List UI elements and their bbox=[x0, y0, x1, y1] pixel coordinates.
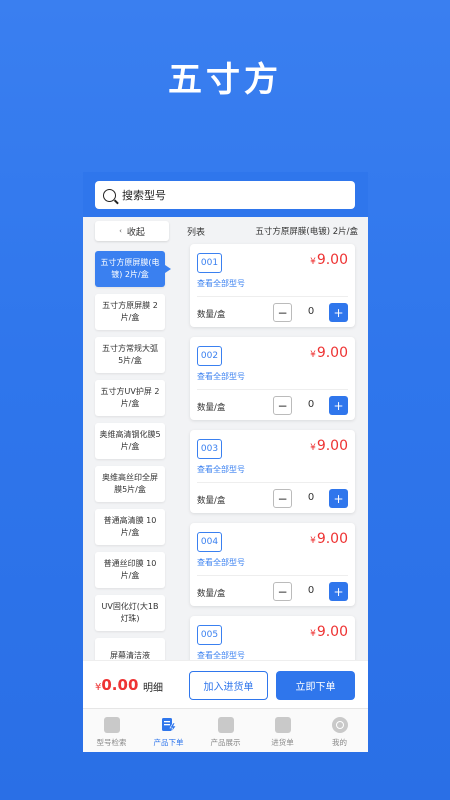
product-list: 列表 五寸方原屏膜(电镀) 2片/盒 001 ¥9.00 查看全部型号 数量/盒… bbox=[175, 217, 368, 660]
list-title: 列表 bbox=[187, 228, 206, 238]
sidebar-item-category[interactable]: 五寸方常规大弧 5片/盒 bbox=[95, 337, 165, 373]
increase-quantity-button[interactable]: + bbox=[329, 582, 348, 601]
tab-label: 产品下单 bbox=[153, 738, 184, 747]
product-code: 002 bbox=[197, 346, 222, 366]
sidebar-item-category[interactable]: UV固化灯(大1B灯珠) bbox=[95, 595, 165, 631]
app-screen: 搜索型号 ‹ 收起 五寸方原屏膜(电镀) 2片/盒 五寸方原屏膜 2片/盒 五寸… bbox=[83, 172, 368, 752]
product-card: 002 ¥9.00 查看全部型号 数量/盒 − 0 + bbox=[190, 337, 355, 420]
current-category-label: 五寸方原屏膜(电镀) 2片/盒 bbox=[255, 227, 358, 237]
product-price: ¥9.00 bbox=[310, 531, 348, 547]
tab-mine[interactable]: 我的 bbox=[311, 709, 368, 752]
view-all-models-link[interactable]: 查看全部型号 bbox=[197, 650, 245, 660]
decrease-quantity-button[interactable]: − bbox=[273, 582, 292, 601]
order-now-button[interactable]: 立即下单 bbox=[276, 671, 355, 700]
category-sidebar: ‹ 收起 五寸方原屏膜(电镀) 2片/盒 五寸方原屏膜 2片/盒 五寸方常规大弧… bbox=[83, 217, 175, 660]
quantity-label: 数量/盒 bbox=[197, 310, 226, 320]
product-code: 004 bbox=[197, 532, 222, 552]
product-price: ¥9.00 bbox=[310, 252, 348, 268]
sidebar-item-category[interactable]: 五寸方UV护屏 2片/盒 bbox=[95, 380, 165, 416]
quantity-value[interactable]: 0 bbox=[298, 399, 324, 410]
product-code: 003 bbox=[197, 439, 222, 459]
divider bbox=[197, 575, 348, 576]
quantity-label: 数量/盒 bbox=[197, 403, 226, 413]
collapse-label: 收起 bbox=[126, 227, 145, 238]
product-price: ¥9.00 bbox=[310, 345, 348, 361]
tab-bar: 型号检索 产品下单 产品展示 进货单 我的 bbox=[83, 708, 368, 752]
tab-purchase-list[interactable]: 进货单 bbox=[254, 709, 311, 752]
tab-label: 产品展示 bbox=[210, 738, 241, 747]
top-bar: 搜索型号 bbox=[83, 172, 368, 217]
product-price: ¥9.00 bbox=[310, 438, 348, 454]
list-icon bbox=[274, 717, 291, 733]
decrease-quantity-button[interactable]: − bbox=[273, 489, 292, 508]
avatar-icon bbox=[331, 717, 348, 733]
chevron-left-icon: ‹ bbox=[119, 227, 122, 235]
quantity-value[interactable]: 0 bbox=[298, 585, 324, 596]
checkout-bar: ¥0.00 明细 加入进货单 立即下单 bbox=[83, 660, 368, 708]
divider bbox=[197, 296, 348, 297]
product-price: ¥9.00 bbox=[310, 624, 348, 640]
display-icon bbox=[217, 717, 234, 733]
search-list-icon bbox=[103, 717, 120, 733]
quantity-label: 数量/盒 bbox=[197, 496, 226, 506]
divider bbox=[197, 389, 348, 390]
view-all-models-link[interactable]: 查看全部型号 bbox=[197, 557, 245, 568]
quantity-value[interactable]: 0 bbox=[298, 492, 324, 503]
add-to-purchase-list-button[interactable]: 加入进货单 bbox=[189, 671, 268, 700]
increase-quantity-button[interactable]: + bbox=[329, 303, 348, 322]
decrease-quantity-button[interactable]: − bbox=[273, 303, 292, 322]
increase-quantity-button[interactable]: + bbox=[329, 489, 348, 508]
tab-model-search[interactable]: 型号检索 bbox=[83, 709, 140, 752]
search-icon bbox=[103, 188, 116, 202]
total-price: ¥0.00 bbox=[95, 676, 139, 694]
tab-label: 我的 bbox=[332, 738, 347, 747]
sidebar-item-category[interactable]: 五寸方原屏膜 2片/盒 bbox=[95, 294, 165, 330]
order-lightning-icon bbox=[161, 718, 177, 733]
sidebar-item-category[interactable]: 普通高清膜 10片/盒 bbox=[95, 509, 165, 545]
view-all-models-link[interactable]: 查看全部型号 bbox=[197, 278, 245, 289]
product-code: 001 bbox=[197, 253, 222, 273]
sidebar-item-category[interactable]: 奥维高清钢化膜5片/盒 bbox=[95, 423, 165, 459]
decrease-quantity-button[interactable]: − bbox=[273, 396, 292, 415]
search-input[interactable]: 搜索型号 bbox=[95, 181, 355, 209]
product-card: 001 ¥9.00 查看全部型号 数量/盒 − 0 + bbox=[190, 244, 355, 327]
sidebar-item-category[interactable]: 五寸方原屏膜(电镀) 2片/盒 bbox=[95, 251, 171, 287]
increase-quantity-button[interactable]: + bbox=[329, 396, 348, 415]
view-all-models-link[interactable]: 查看全部型号 bbox=[197, 464, 245, 475]
tab-product-order[interactable]: 产品下单 bbox=[140, 709, 197, 752]
product-card: 004 ¥9.00 查看全部型号 数量/盒 − 0 + bbox=[190, 523, 355, 606]
tab-product-display[interactable]: 产品展示 bbox=[197, 709, 254, 752]
detail-button[interactable]: 明细 bbox=[143, 679, 163, 694]
product-code: 005 bbox=[197, 625, 222, 645]
quantity-value[interactable]: 0 bbox=[298, 306, 324, 317]
divider bbox=[197, 482, 348, 483]
product-card: 005 ¥9.00 查看全部型号 数量/盒 − 0 + bbox=[190, 616, 355, 660]
tab-label: 进货单 bbox=[271, 738, 294, 747]
search-placeholder: 搜索型号 bbox=[122, 189, 166, 202]
tab-label: 型号检索 bbox=[96, 738, 127, 747]
sidebar-item-category[interactable]: 普通丝印膜 10片/盒 bbox=[95, 552, 165, 588]
view-all-models-link[interactable]: 查看全部型号 bbox=[197, 371, 245, 382]
product-card: 003 ¥9.00 查看全部型号 数量/盒 − 0 + bbox=[190, 430, 355, 513]
sidebar-item-category[interactable]: 屏幕清洁液 bbox=[95, 638, 165, 660]
collapse-button[interactable]: ‹ 收起 bbox=[95, 221, 169, 241]
quantity-label: 数量/盒 bbox=[197, 589, 226, 599]
page-headline: 五寸方 bbox=[168, 60, 282, 100]
sidebar-item-category[interactable]: 奥维高丝印全屏膜5片/盒 bbox=[95, 466, 165, 502]
